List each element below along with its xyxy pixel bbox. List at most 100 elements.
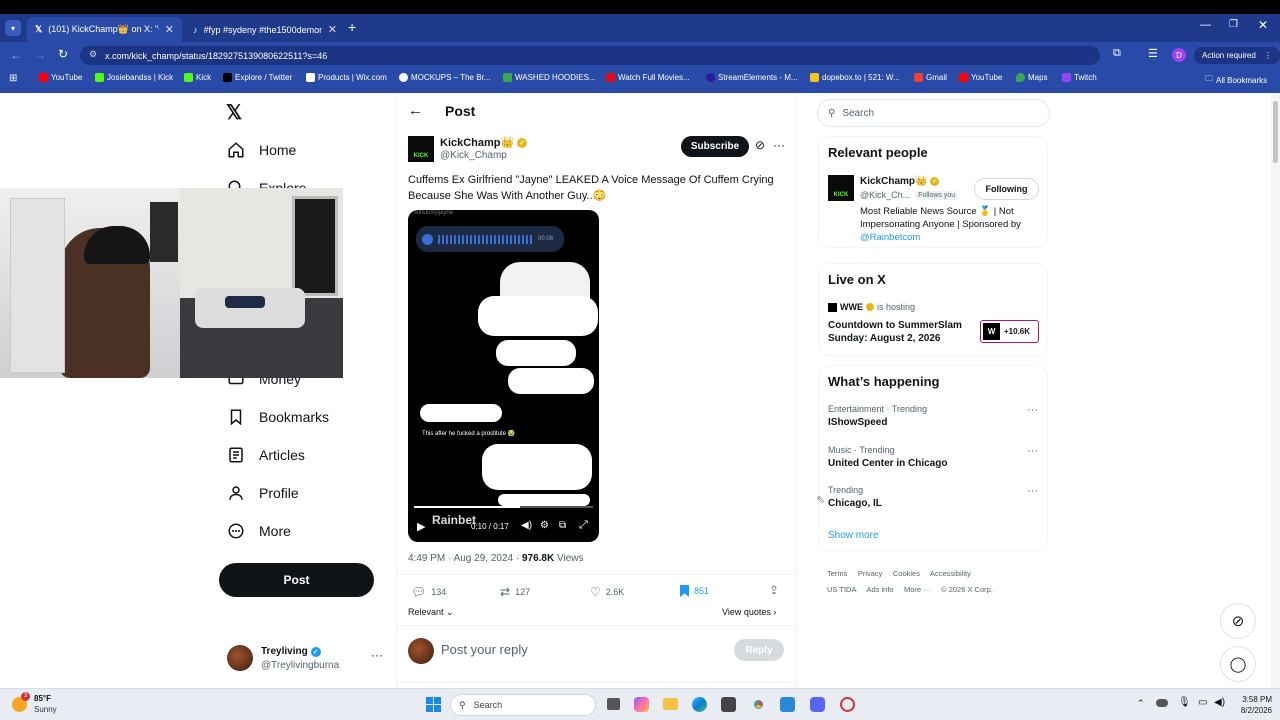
tray-chevron-icon[interactable]: ⌃ [1137,698,1145,709]
grok-float-button[interactable]: ⊘ [1220,603,1256,639]
settings-icon[interactable]: ⚙ [540,520,549,531]
taskbar-search[interactable]: ⚲ Search [450,694,596,716]
trend-more-icon[interactable]: ··· [1027,485,1038,497]
reply-button[interactable]: Reply [734,639,784,661]
footer-ads-info[interactable]: Ads info [866,585,893,594]
dock-icon[interactable]: ⧉ [559,520,566,531]
footer-us-tida[interactable]: US TIDA [827,585,856,594]
show-more-link[interactable]: Show more [828,530,879,541]
trend-item[interactable]: Entertainment · Trending IShowSpeed ··· [828,404,1043,428]
scrollbar-thumb[interactable] [1273,101,1278,163]
account-switcher[interactable]: Treyliving ✓ @Treylivingburna ··· [227,645,387,675]
like-action[interactable]: ♡ 2.6K [590,585,624,599]
x-logo-icon[interactable]: 𝕏 [226,100,242,125]
weather-widget[interactable]: 3 85°F Sunny [12,692,92,716]
edge-icon[interactable] [692,697,707,712]
volume-icon[interactable]: ◀) [1214,697,1225,708]
chrome-icon[interactable] [751,697,766,712]
url-field[interactable]: ⚙ x.com/kick_champ/status/18292751390806… [80,46,1100,65]
close-window-button[interactable]: ✕ [1258,18,1268,32]
action-required-button[interactable]: Action required ⋮ [1194,47,1280,64]
trend-more-icon[interactable]: ··· [1027,404,1038,416]
store-icon[interactable] [721,697,736,712]
footer-privacy[interactable]: Privacy [858,569,883,578]
apps-icon[interactable]: ⊞ [9,73,17,84]
bookmark-streamelements[interactable]: StreamElements - M... [706,73,798,82]
back-arrow-icon[interactable]: ← [408,102,423,119]
page-scrollbar[interactable] [1271,93,1280,688]
trend-more-icon[interactable]: ··· [1027,445,1038,457]
bookmark-action[interactable]: 851 [680,585,709,597]
file-explorer-icon[interactable] [663,698,678,710]
following-button[interactable]: Following [974,178,1039,200]
trend-item[interactable]: Music · Trending United Center in Chicag… [828,445,1043,469]
bookmark-wix[interactable]: Products | Wix.com [306,73,387,82]
tab-tiktok[interactable]: ♪ #fyp #sydeny #the1500demon ✕ [185,17,345,42]
site-info-icon[interactable]: ⚙ [89,49,97,60]
bookmark-gmail[interactable]: Gmail [914,73,947,82]
discord-icon[interactable] [810,697,825,712]
footer-cookies[interactable]: Cookies [893,569,920,578]
forward-icon[interactable]: → [34,48,46,62]
author-handle[interactable]: @Kick_Champ [440,150,507,161]
app-icon[interactable] [840,697,855,712]
bookmark-watch-movies[interactable]: Watch Full Movies... [606,73,690,82]
live-host[interactable]: WWE is hosting [828,302,915,312]
bookmark-mockups[interactable]: MOCKUPS – The Br... [399,73,490,82]
extensions-icon[interactable]: ⧉ [1113,47,1121,60]
clock[interactable]: 3:58 PM 8/2/2026 [1232,694,1272,716]
author-name[interactable]: KickChamp👑 ✓ [440,136,528,149]
microphone-icon[interactable]: 🎙︎ [1178,697,1191,708]
bookmark-dopebox[interactable]: dopebox.to | 521: W... [810,73,900,82]
post-more-icon[interactable]: ··· [773,138,785,152]
tab-search-button[interactable]: ▾ [5,20,21,36]
trend-item[interactable]: Trending Chicago, IL ··· [828,485,1043,509]
person-avatar[interactable]: KICK [828,175,854,201]
grok-icon[interactable]: ⊘ [755,138,765,152]
subscribe-button[interactable]: Subscribe [681,136,749,157]
tab-kickchamp[interactable]: 𝕏 (101) KickChamp👑 on X: "Cuff ✕ [27,17,182,42]
video-player[interactable]: stillslumpjayne 00:08 This after he fuck… [408,210,599,542]
photos-icon[interactable] [780,697,795,712]
profile-avatar[interactable]: D [1172,48,1186,62]
live-event-title[interactable]: Countdown to SummerSlam Sunday: August 2… [828,319,978,345]
onedrive-icon[interactable] [1156,699,1168,707]
search-box[interactable]: ⚲ Search [817,99,1050,127]
reply-action[interactable]: 💬︎ 134 [411,585,446,599]
footer-more[interactable]: More ··· [904,585,931,594]
new-tab-button[interactable]: + [348,19,356,35]
bookmark-explore-twitter[interactable]: Explore / Twitter [223,73,292,82]
fullscreen-icon[interactable]: ⤢ [579,519,588,532]
sidebar-item-bookmarks[interactable]: Bookmarks [227,408,329,426]
post-button[interactable]: Post [219,563,374,597]
live-listeners-badge[interactable]: W +10.6K [980,320,1039,343]
video-progress[interactable] [414,506,593,508]
bookmark-washed-hoodies[interactable]: WASHED HOODIES... [503,73,596,82]
reload-icon[interactable]: ↻ [58,47,68,61]
share-icon[interactable]: ⇪ [769,583,779,597]
bookmark-josiebandss[interactable]: Josiebandss | Kick [95,73,173,82]
start-button[interactable] [426,697,441,712]
task-view-icon[interactable] [607,698,620,710]
author-avatar[interactable]: KICK [408,136,434,162]
bookmark-youtube[interactable]: YouTube [39,73,82,82]
volume-icon[interactable]: ◀) [521,520,532,531]
sidebar-item-articles[interactable]: Articles [227,446,305,464]
reading-list-icon[interactable]: ☰ [1148,47,1158,60]
account-more-icon[interactable]: ··· [371,648,383,662]
minimize-button[interactable]: — [1200,19,1211,31]
tab-close-icon[interactable]: ✕ [328,23,337,36]
bookmark-maps[interactable]: Maps [1016,73,1048,82]
messages-float-button[interactable]: ◯ [1220,646,1256,682]
sidebar-item-profile[interactable]: Profile [227,484,299,502]
bookmark-kick[interactable]: Kick [184,73,211,82]
relevant-sort[interactable]: Relevant ⌄ [408,607,454,618]
tab-close-icon[interactable]: ✕ [165,23,174,36]
reply-input[interactable]: Post your reply [441,642,528,657]
footer-accessibility[interactable]: Accessibility [930,569,971,578]
network-icon[interactable]: ▭ [1198,697,1207,708]
sidebar-item-home[interactable]: Home [227,141,296,159]
all-bookmarks[interactable]: 🗀 All Bookmarks [1205,73,1267,87]
play-icon[interactable]: ▶ [417,520,425,533]
view-quotes-link[interactable]: View quotes › [722,607,776,617]
